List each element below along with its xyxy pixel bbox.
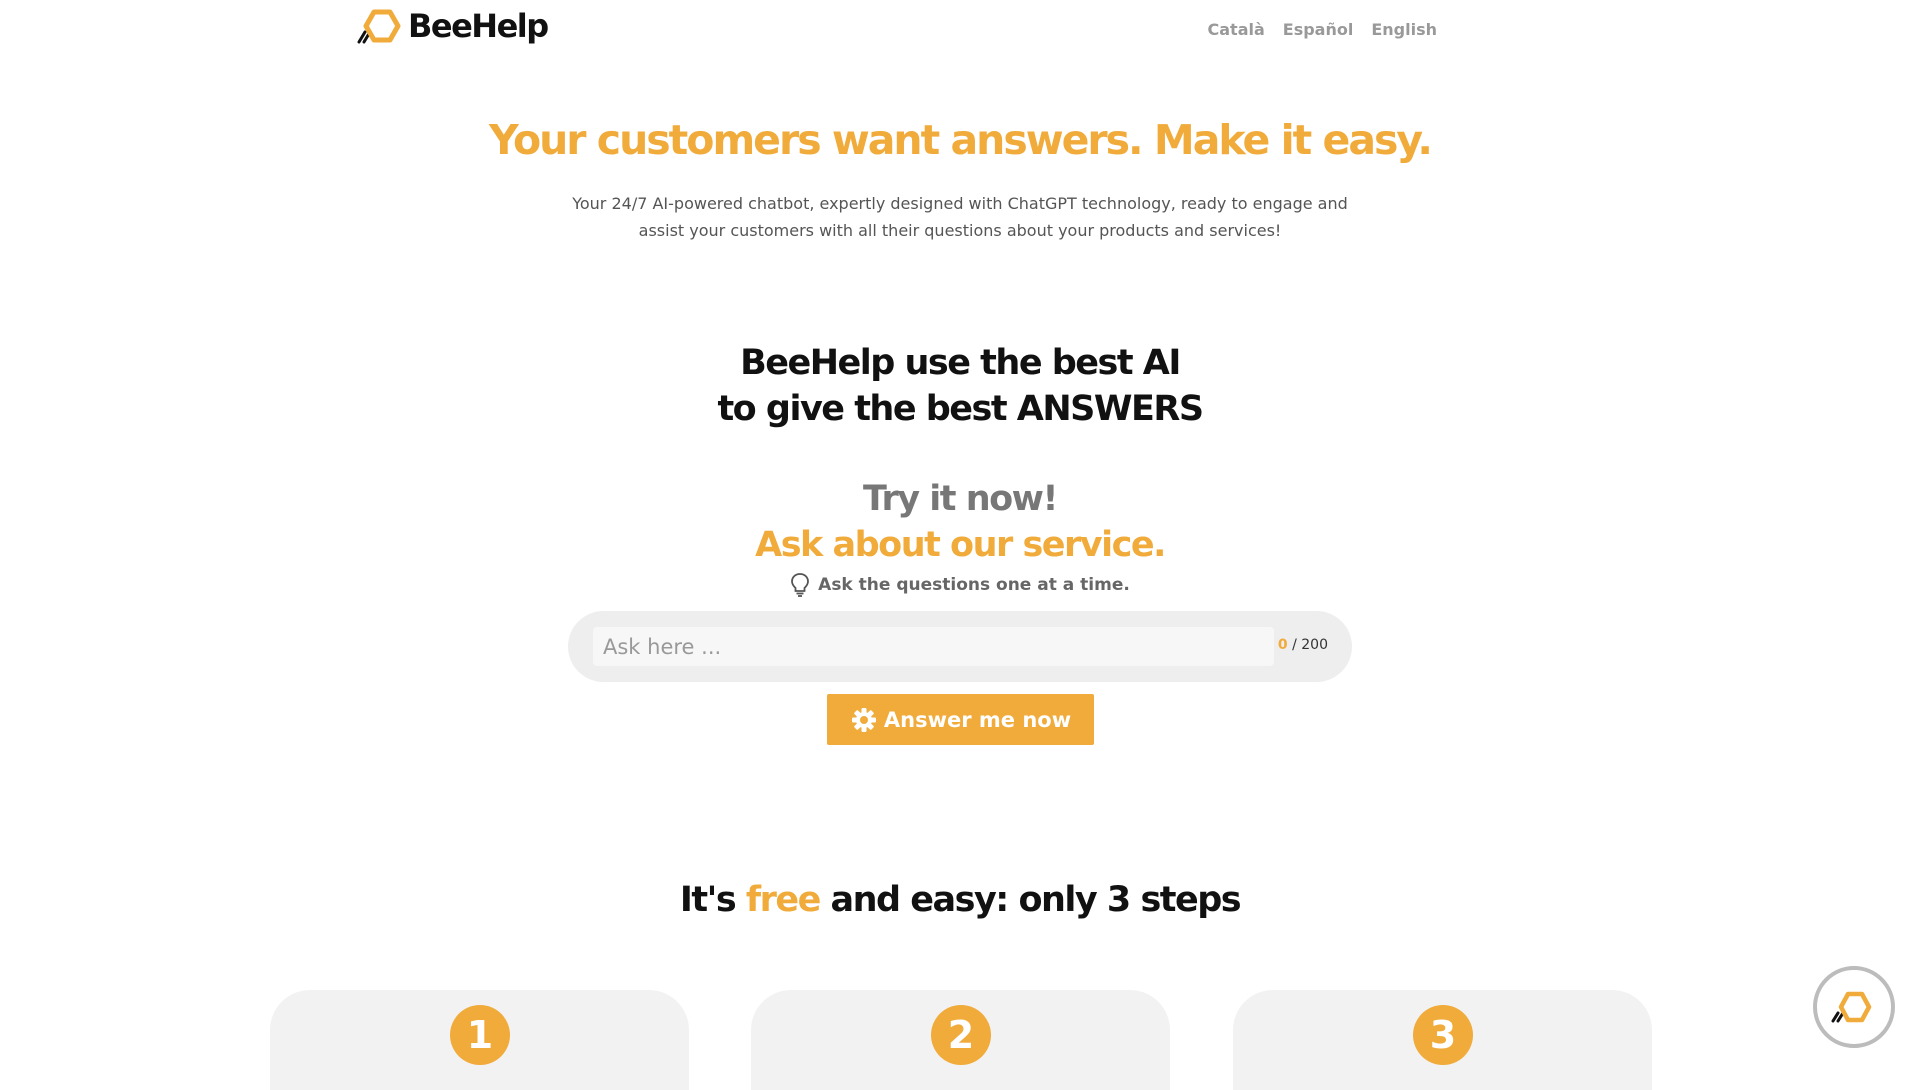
gear-icon: [851, 707, 876, 732]
lang-link-espanol[interactable]: Español: [1283, 20, 1354, 39]
lang-link-catala[interactable]: Català: [1208, 20, 1265, 39]
step-card-2: 2: [751, 990, 1170, 1090]
step-number-1: 1: [450, 1005, 510, 1065]
char-count: 0: [1277, 637, 1288, 653]
try-now-line: Try it now!: [863, 479, 1058, 519]
lightbulb-icon: [791, 573, 810, 597]
char-counter: 0 / 200: [1278, 637, 1328, 653]
site-header: BeeHelp Català Español English: [0, 0, 1920, 60]
hexagon-logo-icon: [1831, 991, 1872, 1023]
try-now-heading: Try it now! Ask about our service.: [0, 476, 1920, 568]
hexagon-logo-icon: [357, 9, 401, 44]
hint-text: Ask the questions one at a time.: [818, 575, 1130, 595]
char-max: / 200: [1292, 637, 1328, 653]
logo-text: BeeHelp: [408, 7, 549, 45]
language-nav: Català Español English: [1208, 20, 1438, 39]
steps-title: It's free and easy: only 3 steps: [0, 880, 1920, 920]
hint: Ask the questions one at a time.: [0, 572, 1920, 598]
answer-button-label: Answer me now: [883, 707, 1072, 732]
best-ai-line-2: to give the best ANSWERS: [717, 389, 1204, 429]
hero-title: Your customers want answers. Make it eas…: [489, 116, 1433, 164]
ask-service-line: Ask about our service.: [755, 525, 1166, 565]
step-number-2: 2: [931, 1005, 991, 1065]
ask-input[interactable]: [593, 627, 1274, 666]
step-number-3: 3: [1413, 1005, 1473, 1065]
chat-widget-button[interactable]: [1813, 966, 1895, 1048]
logo[interactable]: BeeHelp: [356, 6, 549, 46]
best-ai-heading: BeeHelp use the best AI to give the best…: [0, 340, 1920, 432]
hero-subtitle: Your 24/7 AI-powered chatbot, expertly d…: [572, 194, 1348, 240]
answer-me-now-button[interactable]: Answer me now: [827, 694, 1094, 745]
steps-title-free: free: [745, 880, 821, 920]
best-ai-line-1: BeeHelp use the best AI: [740, 343, 1181, 383]
lang-link-english[interactable]: English: [1371, 20, 1437, 39]
step-card-3: 3: [1233, 990, 1652, 1090]
step-card-1: 1: [270, 990, 689, 1090]
steps-title-post: and easy: only 3 steps: [819, 880, 1241, 920]
ask-box: 0 / 200: [568, 611, 1352, 682]
steps-title-pre: It's: [679, 880, 746, 920]
